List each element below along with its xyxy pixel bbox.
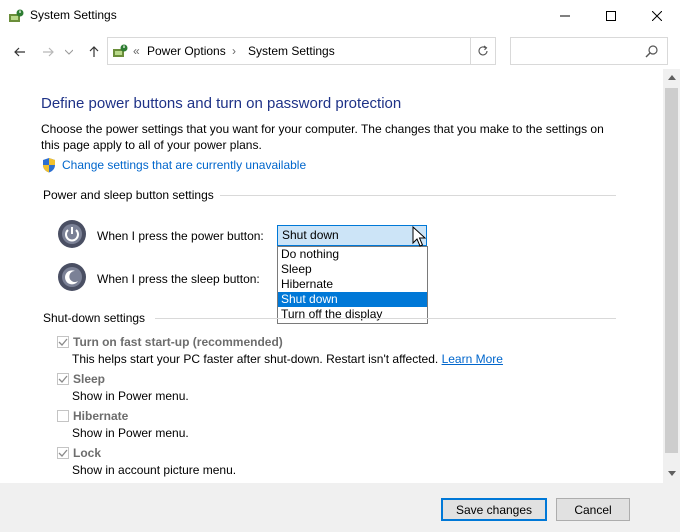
- search-icon: [645, 45, 658, 58]
- group-divider: [220, 195, 616, 196]
- minimize-button[interactable]: [542, 0, 588, 31]
- option-do-nothing[interactable]: Do nothing: [278, 247, 427, 262]
- power-button-select[interactable]: Shut down: [277, 225, 427, 246]
- power-options-icon: [9, 9, 24, 22]
- option-turn-off-display[interactable]: Turn off the display: [278, 307, 427, 322]
- cancel-button[interactable]: Cancel: [556, 498, 630, 521]
- option-hibernate[interactable]: Hibernate: [278, 277, 427, 292]
- sleep-desc: Show in Power menu.: [72, 389, 189, 403]
- hibernate-desc: Show in Power menu.: [72, 426, 189, 440]
- window-title: System Settings: [30, 8, 117, 22]
- power-button-dropdown: Do nothing Sleep Hibernate Shut down Tur…: [277, 246, 428, 324]
- arrow-left-icon: [14, 47, 25, 57]
- arrow-right-icon: [43, 47, 54, 57]
- fast-startup-label: Turn on fast start-up (recommended): [73, 335, 283, 349]
- back-button[interactable]: [10, 42, 30, 62]
- fast-startup-desc: This helps start your PC faster after sh…: [72, 352, 503, 366]
- option-shut-down[interactable]: Shut down: [278, 292, 427, 307]
- hibernate-label: Hibernate: [73, 409, 129, 423]
- minimize-icon: [560, 15, 570, 16]
- power-group-label: Power and sleep button settings: [43, 188, 214, 202]
- mouse-cursor-icon: [412, 226, 426, 247]
- shutdown-group-label: Shut-down settings: [43, 311, 146, 325]
- power-options-icon: [113, 44, 128, 57]
- power-button-label: When I press the power button:: [97, 229, 264, 243]
- sleep-button-label: When I press the sleep button:: [97, 272, 260, 286]
- checkmark-icon: [58, 338, 68, 346]
- lock-desc: Show in account picture menu.: [72, 463, 237, 477]
- arrow-up-icon: [89, 46, 99, 57]
- recent-locations-button[interactable]: [62, 42, 76, 62]
- lock-label: Lock: [73, 446, 102, 460]
- page-title: Define power buttons and turn on passwor…: [41, 95, 402, 112]
- chevron-down-icon: [667, 471, 676, 476]
- breadcrumb-power-options[interactable]: Power Options: [147, 44, 226, 58]
- scroll-up-button[interactable]: [663, 69, 680, 86]
- fast-startup-desc-text: This helps start your PC faster after sh…: [72, 352, 439, 366]
- uac-shield-icon: [43, 158, 55, 173]
- forward-button[interactable]: [38, 42, 58, 62]
- breadcrumb-system-settings[interactable]: System Settings: [248, 44, 335, 58]
- scroll-down-button[interactable]: [663, 465, 680, 482]
- refresh-button[interactable]: [470, 38, 495, 64]
- lock-checkbox[interactable]: [57, 447, 69, 459]
- chevron-down-icon: [65, 49, 73, 55]
- checkmark-icon: [58, 375, 68, 383]
- sleep-checkbox[interactable]: [57, 373, 69, 385]
- sleep-button-icon: [58, 263, 86, 291]
- save-changes-button[interactable]: Save changes: [441, 498, 547, 521]
- power-button-icon: [58, 220, 86, 248]
- hibernate-checkbox[interactable]: [57, 410, 69, 422]
- page-description: Choose the power settings that you want …: [41, 122, 604, 152]
- up-button[interactable]: [84, 42, 104, 62]
- breadcrumb-overflow-icon[interactable]: «: [133, 44, 140, 58]
- close-button[interactable]: [634, 0, 680, 31]
- fast-startup-checkbox[interactable]: [57, 336, 69, 348]
- group-divider: [155, 318, 616, 319]
- change-settings-link[interactable]: Change settings that are currently unava…: [62, 158, 306, 172]
- chevron-up-icon: [667, 75, 676, 80]
- sleep-label: Sleep: [73, 372, 106, 386]
- refresh-icon: [478, 45, 488, 56]
- breadcrumb-separator-icon[interactable]: ›: [232, 44, 236, 58]
- maximize-button[interactable]: [588, 0, 634, 31]
- close-icon: [652, 10, 662, 21]
- learn-more-link[interactable]: Learn More: [442, 352, 503, 366]
- checkmark-icon: [58, 449, 68, 457]
- maximize-icon: [606, 10, 616, 21]
- scrollbar-thumb[interactable]: [665, 88, 678, 453]
- option-sleep[interactable]: Sleep: [278, 262, 427, 277]
